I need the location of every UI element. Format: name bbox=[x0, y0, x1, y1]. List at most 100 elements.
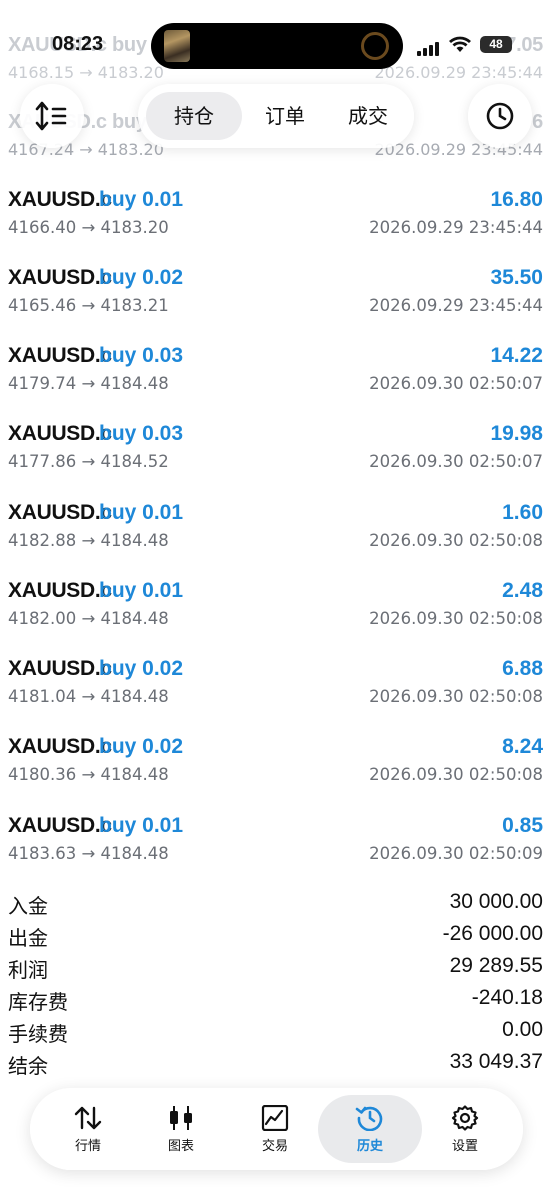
deal-profit: 35.50 bbox=[490, 266, 543, 289]
deal-symbol: XAUUSD.c bbox=[8, 735, 112, 758]
deal-symbol: XAUUSD.c bbox=[8, 344, 112, 367]
nav-label: 行情 bbox=[74, 1139, 101, 1154]
deal-symbol: XAUUSD.c bbox=[8, 814, 112, 837]
deal-profit: 1.60 bbox=[502, 501, 543, 524]
tab-orders[interactable]: 订单 bbox=[244, 92, 326, 140]
tab-positions[interactable]: 持仓 bbox=[146, 92, 242, 140]
battery-icon: 48 bbox=[480, 36, 512, 53]
list-item[interactable]: XAUUSD.c buy 0.01 2.48 4182.00 → 4184.48… bbox=[8, 579, 543, 649]
nav-label: 历史 bbox=[356, 1139, 383, 1154]
deal-symbol: XAUUSD.c bbox=[8, 657, 112, 680]
history-icon bbox=[355, 1106, 383, 1131]
deal-prices: 4166.40 → 4183.20 bbox=[8, 218, 169, 237]
deal-profit: 16.80 bbox=[490, 188, 543, 211]
deal-datetime: 2026.09.30 02:50:08 bbox=[369, 531, 543, 550]
summary-label: 库存费 bbox=[8, 990, 68, 1014]
list-item[interactable]: XAUUSD.c buy 0.03 14.22 4179.74 → 4184.4… bbox=[8, 344, 543, 414]
deal-side: buy 0.02 bbox=[99, 266, 184, 289]
deal-symbol: XAUUSD.c bbox=[8, 579, 112, 602]
deal-side: buy 0.03 bbox=[99, 422, 184, 445]
deal-symbol: XAUUSD.c bbox=[8, 422, 112, 445]
deal-datetime: 2026.09.29 23:45:44 bbox=[369, 218, 543, 237]
deal-side: buy 0.01 bbox=[99, 814, 184, 837]
deal-prices: 4165.46 → 4183.21 bbox=[8, 296, 169, 315]
deal-profit: 19.98 bbox=[490, 422, 543, 445]
deal-side: buy 0.01 bbox=[99, 188, 184, 211]
deal-prices: 4180.36 → 4184.48 bbox=[8, 765, 169, 784]
ghost-profit: 6 bbox=[532, 111, 543, 133]
deal-datetime: 2026.09.29 23:45:44 bbox=[369, 296, 543, 315]
deal-datetime: 2026.09.30 02:50:07 bbox=[369, 452, 543, 471]
summary-row-withdrawal: 出金 -26 000.00 bbox=[8, 922, 543, 952]
status-time: 08:23 bbox=[52, 33, 104, 55]
sort-button[interactable] bbox=[20, 84, 84, 148]
nav-label: 交易 bbox=[261, 1139, 288, 1154]
list-item[interactable]: XAUUSD.c buy 0.02 8.24 4180.36 → 4184.48… bbox=[8, 735, 543, 805]
deal-prices: 4182.00 → 4184.48 bbox=[8, 609, 169, 628]
deal-datetime: 2026.09.30 02:50:08 bbox=[369, 687, 543, 706]
settings-icon bbox=[451, 1105, 479, 1131]
status-bar: 08:23 48 bbox=[0, 22, 552, 69]
nav-item-settings[interactable]: 设置 bbox=[419, 1095, 511, 1163]
summary-value: 0.00 bbox=[502, 1018, 543, 1041]
deal-datetime: 2026.09.30 02:50:08 bbox=[369, 609, 543, 628]
deal-prices: 4179.74 → 4184.48 bbox=[8, 374, 169, 393]
list-item[interactable]: XAUUSD.c buy 0.02 6.88 4181.04 → 4184.48… bbox=[8, 657, 543, 727]
deal-datetime: 2026.09.30 02:50:08 bbox=[369, 765, 543, 784]
top-bar: 持仓 订单 成交 bbox=[20, 84, 532, 148]
clock-icon bbox=[486, 102, 514, 130]
deal-profit: 14.22 bbox=[490, 344, 543, 367]
wifi-icon bbox=[449, 35, 471, 57]
nav-item-quotes[interactable]: 行情 bbox=[42, 1095, 134, 1163]
deal-side: buy 0.02 bbox=[99, 735, 184, 758]
summary-row-deposit: 入金 30 000.00 bbox=[8, 890, 543, 920]
nav-item-history[interactable]: 历史 bbox=[318, 1095, 422, 1163]
tab-deals[interactable]: 成交 bbox=[328, 92, 408, 140]
list-item[interactable]: XAUUSD.c buy 0.02 35.50 4165.46 → 4183.2… bbox=[8, 266, 543, 336]
summary-label: 入金 bbox=[8, 894, 48, 918]
deal-side: buy 0.03 bbox=[99, 344, 184, 367]
deal-prices: 4181.04 → 4184.48 bbox=[8, 687, 169, 706]
deal-profit: 2.48 bbox=[502, 579, 543, 602]
list-item[interactable]: XAUUSD.c buy 0.01 1.60 4182.88 → 4184.48… bbox=[8, 501, 543, 571]
deal-side: buy 0.02 bbox=[99, 657, 184, 680]
deal-side: buy 0.01 bbox=[99, 579, 184, 602]
deal-prices: 4177.86 → 4184.52 bbox=[8, 452, 169, 471]
list-item[interactable]: XAUUSD.c buy 0.01 0.85 4183.63 → 4184.48… bbox=[8, 814, 543, 884]
summary-row-commission: 手续费 0.00 bbox=[8, 1018, 543, 1048]
summary-value: 30 000.00 bbox=[449, 890, 543, 913]
deal-symbol: XAUUSD.c bbox=[8, 266, 112, 289]
deal-symbol: XAUUSD.c bbox=[8, 188, 112, 211]
summary-label: 结余 bbox=[8, 1054, 48, 1078]
summary-label: 手续费 bbox=[8, 1022, 68, 1046]
nav-label: 图表 bbox=[167, 1139, 194, 1154]
deal-profit: 6.88 bbox=[502, 657, 543, 680]
list-item[interactable]: XAUUSD.c buy 0.03 19.98 4177.86 → 4184.5… bbox=[8, 422, 543, 492]
nav-item-chart[interactable]: 图表 bbox=[135, 1095, 227, 1163]
bottom-nav: 行情 图表 交易 历史 设置 bbox=[30, 1088, 523, 1170]
summary-value: 29 289.55 bbox=[449, 954, 543, 977]
summary-row-profit: 利润 29 289.55 bbox=[8, 954, 543, 984]
deal-profit: 0.85 bbox=[502, 814, 543, 837]
list-item[interactable]: XAUUSD.c buy 0.01 16.80 4166.40 → 4183.2… bbox=[8, 188, 543, 258]
nav-label: 设置 bbox=[451, 1139, 478, 1154]
period-button[interactable] bbox=[468, 84, 532, 148]
history-tabs: 持仓 订单 成交 bbox=[138, 84, 414, 148]
summary-label: 利润 bbox=[8, 958, 48, 982]
chart-icon bbox=[170, 1106, 192, 1130]
deal-prices: 4182.88 → 4184.48 bbox=[8, 531, 169, 550]
deal-symbol: XAUUSD.c bbox=[8, 501, 112, 524]
dynamic-island[interactable] bbox=[151, 23, 403, 69]
deal-side: buy 0.01 bbox=[99, 501, 184, 524]
deal-datetime: 2026.09.30 02:50:09 bbox=[369, 844, 543, 863]
trade-icon bbox=[261, 1105, 289, 1131]
media-artwork-icon bbox=[164, 30, 190, 62]
sort-icon bbox=[35, 101, 67, 131]
cellular-signal-icon bbox=[417, 37, 441, 56]
deal-prices: 4183.63 → 4184.48 bbox=[8, 844, 169, 863]
nav-item-trade[interactable]: 交易 bbox=[229, 1095, 321, 1163]
summary-value: 33 049.37 bbox=[449, 1050, 543, 1073]
activity-ring-icon bbox=[361, 32, 389, 60]
summary-value: -26 000.00 bbox=[442, 922, 543, 945]
deal-datetime: 2026.09.30 02:50:07 bbox=[369, 374, 543, 393]
